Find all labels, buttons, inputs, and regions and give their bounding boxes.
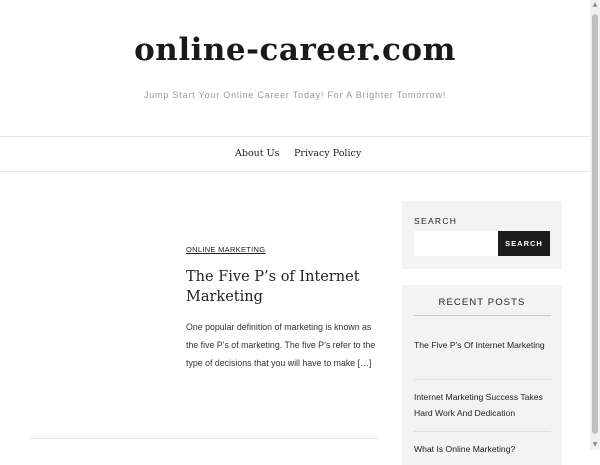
post-category-link[interactable]: ONLINE MARKETING <box>186 245 265 254</box>
recent-post-link[interactable]: What Is Online Marketing? <box>414 441 554 457</box>
nav-item-about-us[interactable]: About Us <box>235 148 280 159</box>
search-widget: SEARCH SEARCH <box>402 201 562 269</box>
recent-post-link[interactable]: Internet Marketing Success Takes Hard Wo… <box>414 389 554 421</box>
post-title[interactable]: The Five P’s of Internet Marketing <box>186 267 378 307</box>
post-card: ONLINE MARKETING The Five P’s of Interne… <box>186 237 378 372</box>
search-button[interactable]: SEARCH <box>498 231 550 256</box>
recent-posts-widget: RECENT POSTS The Five P’s Of Internet Ma… <box>402 285 562 465</box>
arrow-down-icon[interactable]: ▼ <box>590 440 600 450</box>
post-divider <box>30 438 378 439</box>
recent-post-separator <box>414 431 551 432</box>
arrow-up-icon[interactable]: ▲ <box>590 0 600 10</box>
search-widget-title: SEARCH <box>414 216 458 226</box>
recent-posts-title-underline <box>414 315 551 316</box>
main-navigation: About Us Privacy Policy <box>0 137 590 171</box>
post-excerpt: One popular definition of marketing is k… <box>186 322 376 368</box>
nav-divider <box>0 171 590 172</box>
recent-post-separator <box>414 379 551 380</box>
scrollbar-thumb[interactable] <box>592 14 598 434</box>
recent-posts-title: RECENT POSTS <box>438 297 526 308</box>
site-tagline: Jump Start Your Online Career Today! For… <box>143 90 447 100</box>
site-header: online-career.com Jump Start Your Online… <box>0 0 590 136</box>
site-title[interactable]: online-career.com <box>0 32 590 68</box>
page-scrollbar[interactable]: ▲ ▼ <box>590 0 600 450</box>
nav-item-privacy-policy[interactable]: Privacy Policy <box>294 148 361 159</box>
recent-post-link[interactable]: The Five P’s Of Internet Marketing <box>414 337 554 353</box>
search-input[interactable] <box>414 231 498 256</box>
